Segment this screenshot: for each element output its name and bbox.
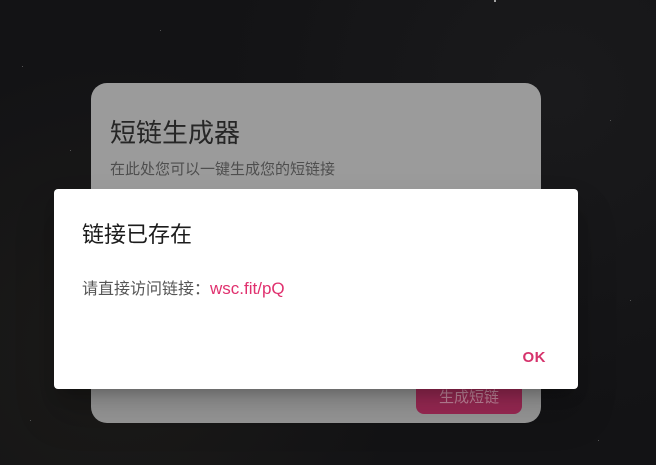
star	[494, 0, 496, 2]
dialog-message-prefix: 请直接访问链接：	[82, 279, 211, 298]
star	[70, 150, 71, 151]
card-subtitle: 在此处您可以一键生成您的短链接	[110, 160, 336, 178]
card-title: 短链生成器	[110, 119, 241, 149]
short-link[interactable]: wsc.fit/pQ	[210, 279, 285, 298]
star	[22, 66, 23, 67]
star	[630, 300, 631, 301]
dialog-title: 链接已存在	[82, 223, 193, 248]
star	[610, 120, 611, 121]
star	[160, 30, 161, 31]
star	[598, 440, 599, 441]
link-exists-dialog: 链接已存在 请直接访问链接：wsc.fit/pQ OK	[54, 189, 578, 389]
dialog-message: 请直接访问链接：wsc.fit/pQ	[82, 275, 285, 299]
star	[30, 420, 31, 421]
ok-button[interactable]: OK	[519, 347, 551, 368]
page-background: 短链生成器 在此处您可以一键生成您的短链接 生成短链 链接已存在 请直接访问链接…	[0, 0, 656, 465]
